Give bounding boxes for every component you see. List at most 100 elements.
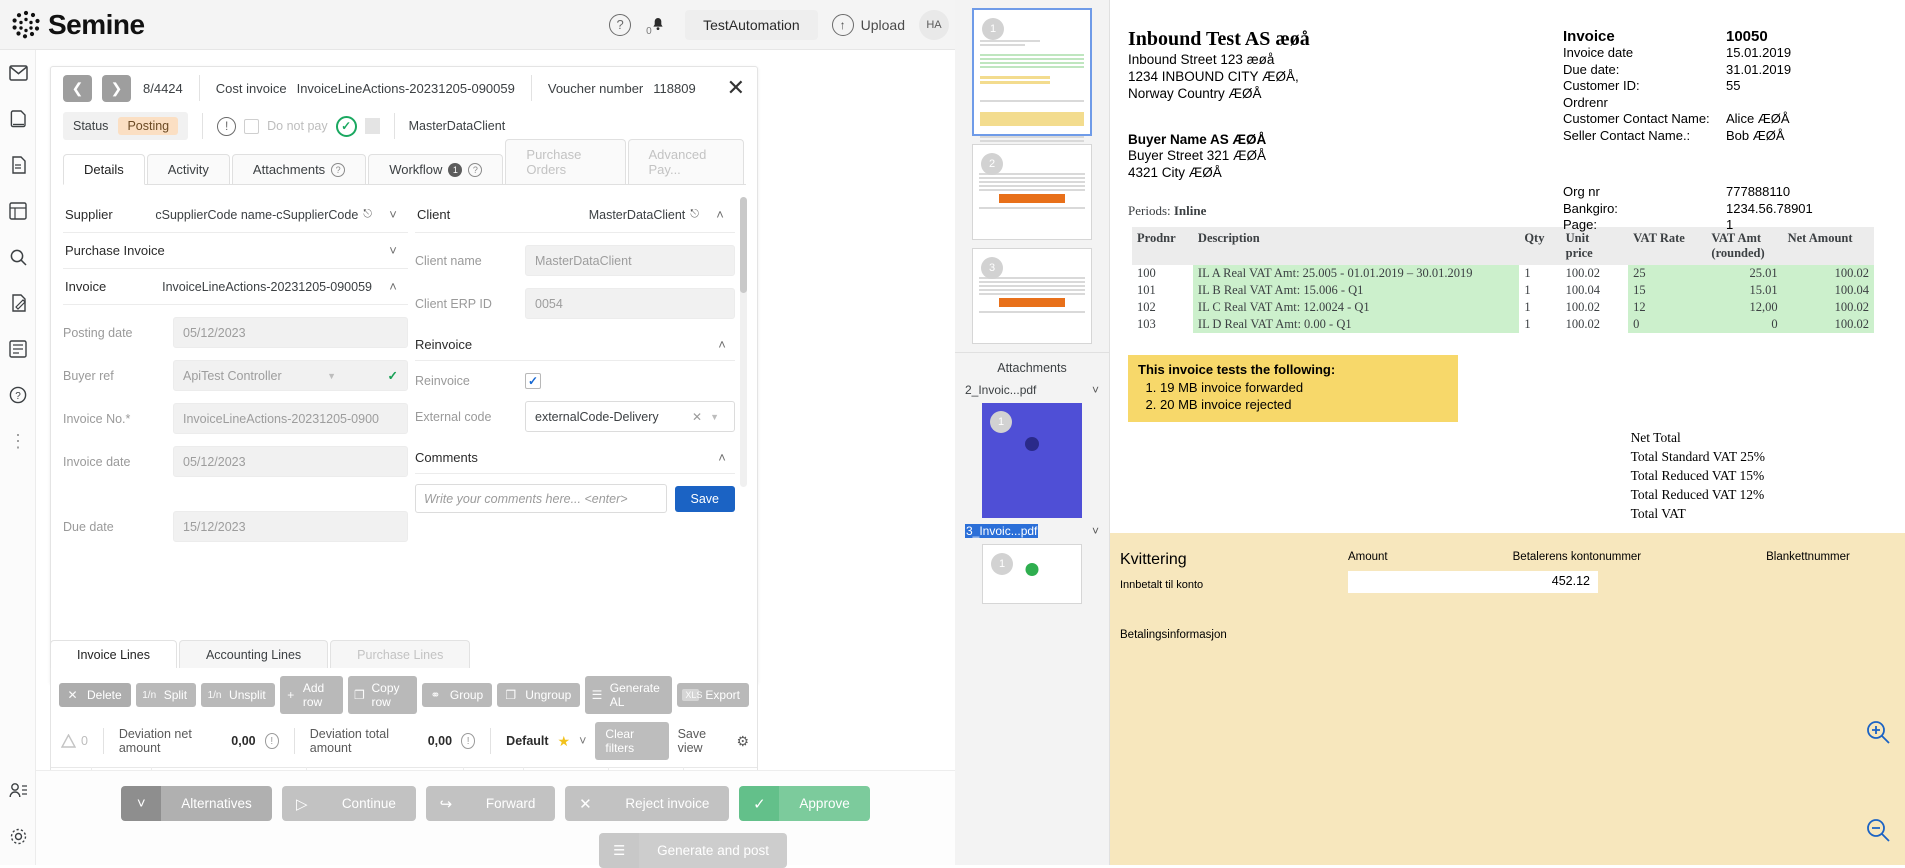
chevron-down-icon[interactable]: ˅ (380, 243, 406, 258)
supplier-accordion[interactable]: Supplier cSupplierCode name-cSupplierCod… (63, 197, 408, 233)
help-circle-icon[interactable]: ? (331, 162, 346, 177)
invoice-date-input[interactable]: 05/12/2023 (173, 446, 408, 477)
sidebar-item-inbox[interactable] (0, 50, 36, 96)
chevron-down-icon[interactable]: ˅ (1092, 524, 1099, 538)
split-button[interactable]: 1/n Split (135, 683, 197, 707)
attachment-thumbnail-2[interactable]: 1 (982, 544, 1082, 604)
posting-date-input[interactable]: 05/12/2023 (173, 317, 408, 348)
tab-invoice-lines[interactable]: Invoice Lines (50, 640, 177, 669)
tab-activity[interactable]: Activity (146, 154, 230, 184)
form-scrollbar-thumb[interactable] (740, 197, 747, 293)
tab-purchase-orders[interactable]: Purchase Orders (505, 139, 626, 184)
approve-button[interactable]: ✓ Approve (739, 786, 870, 821)
forward-button[interactable]: ↪ Forward (425, 786, 556, 821)
reject-invoice-button[interactable]: ✕ Reject invoice (565, 786, 730, 821)
drag-handle-icon[interactable]: ⋮ (0, 418, 36, 464)
help-circle-icon[interactable]: ? (468, 162, 483, 177)
chevron-up-icon[interactable]: ˄ (709, 450, 735, 465)
tab-purchase-lines[interactable]: Purchase Lines (330, 640, 471, 669)
zoom-out-icon[interactable] (1865, 817, 1891, 843)
purchase-invoice-accordion[interactable]: Purchase Invoice ˅ (63, 233, 408, 269)
continue-button[interactable]: ▷ Continue (281, 786, 416, 821)
gear-icon[interactable]: ⚙ (736, 733, 749, 750)
tab-attachments[interactable]: Attachments ? (231, 154, 367, 184)
chevron-up-icon[interactable]: ˄ (707, 207, 733, 222)
client-name-input[interactable]: MasterDataClient (525, 245, 735, 276)
user-menu-button[interactable]: TestAutomation (685, 9, 818, 40)
check-circle-icon[interactable]: ✓ (335, 115, 357, 137)
group-button[interactable]: ⚭ Group (421, 683, 493, 707)
info-icon[interactable]: ! (264, 733, 279, 749)
alternatives-button[interactable]: ˅ Alternatives (121, 786, 272, 821)
ungroup-button[interactable]: ❐ Ungroup (497, 683, 581, 707)
sidebar-item-archive[interactable] (0, 326, 36, 372)
client-accordion[interactable]: Client MasterDataClient ⎋ ˄ (415, 197, 735, 233)
brand-logo[interactable]: Semine (10, 9, 145, 41)
exclamation-circle-icon[interactable]: ! (217, 116, 237, 136)
sidebar-item-edit-document[interactable] (0, 280, 36, 326)
chevron-down-icon[interactable]: ˅ (579, 734, 586, 748)
zoom-in-icon[interactable] (1865, 719, 1891, 745)
report-icon (9, 202, 27, 220)
sidebar-item-users[interactable] (0, 767, 36, 813)
page-thumbnail-2[interactable]: 2 (972, 144, 1092, 240)
do-not-pay-checkbox[interactable] (244, 118, 260, 134)
clear-filters-button[interactable]: Clear filters (595, 722, 669, 760)
reinvoice-checkbox[interactable]: ✓ (525, 373, 541, 389)
upload-button[interactable]: ↑ Upload (831, 13, 905, 36)
external-code-select[interactable]: externalCode-Delivery ✕ ▼ (525, 401, 735, 432)
prev-invoice-button[interactable]: ❮ (63, 74, 92, 102)
notifications-button[interactable]: 0 (645, 12, 671, 38)
generate-al-button[interactable]: ☰ Generate AL (585, 676, 673, 714)
export-button[interactable]: XLS Export (677, 683, 749, 707)
invoice-no-input[interactable]: InvoiceLineActions-20231205-0900 (173, 403, 408, 434)
generate-and-post-button[interactable]: ☰ Generate and post (599, 833, 787, 868)
sidebar-item-documents[interactable] (0, 96, 36, 142)
tab-accounting-lines[interactable]: Accounting Lines (178, 640, 329, 669)
unsplit-button[interactable]: 1/n Unsplit (201, 683, 275, 707)
view-name[interactable]: Default (506, 734, 548, 748)
delete-button[interactable]: ✕ Delete (59, 683, 131, 707)
reinvoice-section-header[interactable]: Reinvoice ˄ (415, 337, 735, 361)
comment-input[interactable]: Write your comments here... <enter> (415, 484, 667, 513)
attachment-thumbnail-1[interactable]: 1 (982, 403, 1082, 518)
clear-icon[interactable]: ✕ (692, 410, 702, 424)
info-icon[interactable]: ! (461, 733, 476, 749)
avatar[interactable]: HA (919, 9, 949, 40)
document-viewer[interactable]: Inbound Test AS æøå Inbound Street 123 æ… (1110, 0, 1905, 865)
tab-advanced-pay[interactable]: Advanced Pay... (627, 139, 744, 184)
sidebar-item-help[interactable]: ? (0, 372, 36, 418)
buyer-ref-input[interactable]: ApiTest Controller ▼ ✓ (173, 360, 408, 391)
close-icon[interactable]: ✕ (727, 77, 745, 99)
due-date-input[interactable]: 15/12/2023 (173, 511, 408, 542)
attachment-item-1[interactable]: 2_Invoic...pdf ˅ (955, 381, 1109, 399)
next-invoice-button[interactable]: ❯ (102, 74, 131, 102)
help-circle-icon[interactable]: ? (609, 13, 632, 36)
receipt-amount-field[interactable]: 452.12 (1348, 571, 1598, 593)
page-thumbnail-3[interactable]: 3 (972, 248, 1092, 344)
chevron-up-icon[interactable]: ˄ (709, 337, 735, 352)
save-comment-button[interactable]: Save (674, 485, 735, 512)
add-row-button[interactable]: + Add row (279, 676, 344, 714)
attachment-item-2[interactable]: 3_Invoic...pdf ˅ (955, 522, 1109, 540)
chevron-down-icon[interactable]: ˅ (1092, 383, 1099, 397)
chevron-up-icon[interactable]: ˄ (380, 279, 406, 294)
tab-workflow[interactable]: Workflow 1 ? (368, 154, 504, 184)
chevron-down-icon[interactable]: ˅ (380, 207, 406, 222)
external-link-icon[interactable]: ⎋ (690, 208, 699, 221)
sidebar-item-report[interactable] (0, 188, 36, 234)
sidebar-item-search[interactable] (0, 234, 36, 280)
sidebar-item-document-send[interactable] (0, 142, 36, 188)
chevron-down-icon[interactable]: ▼ (327, 371, 336, 381)
star-icon[interactable]: ★ (558, 733, 571, 750)
copy-row-button[interactable]: ❐ Copy row (348, 676, 417, 714)
comments-section-header[interactable]: Comments ˄ (415, 450, 735, 474)
client-erp-input[interactable]: 0054 (525, 288, 735, 319)
tab-details[interactable]: Details (63, 154, 145, 185)
sidebar-item-settings[interactable] (0, 813, 36, 859)
save-view-button[interactable]: Save view (678, 727, 728, 755)
chevron-down-icon[interactable]: ▼ (710, 412, 719, 422)
external-link-icon[interactable]: ⎋ (363, 208, 372, 221)
invoice-accordion[interactable]: Invoice InvoiceLineActions-20231205-0900… (63, 269, 408, 305)
page-thumbnail-1[interactable]: 1 (972, 8, 1092, 142)
